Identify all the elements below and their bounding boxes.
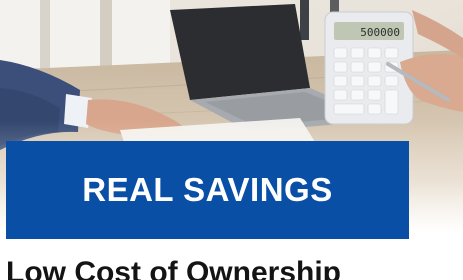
calculator-icon: 500000	[324, 11, 414, 125]
calculator-display: 500000	[360, 26, 400, 39]
promo-card: 500000 REAL SAVINGS Low Cost of Ownershi…	[0, 0, 463, 280]
page-headline: Low Cost of Ownership	[6, 256, 341, 280]
real-savings-banner: REAL SAVINGS	[6, 141, 409, 239]
banner-title: REAL SAVINGS	[82, 171, 333, 208]
